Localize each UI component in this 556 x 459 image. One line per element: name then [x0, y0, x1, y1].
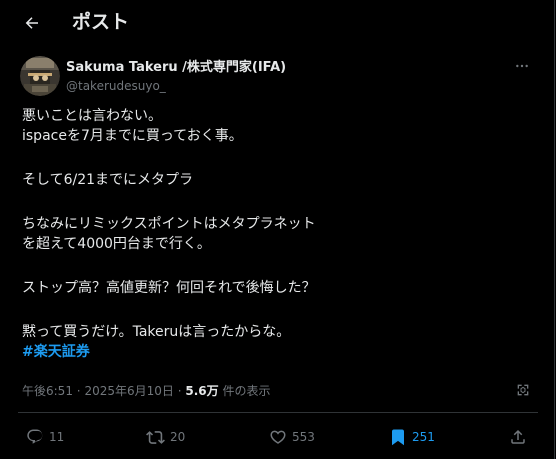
tweet-line: そして6/21までにメタプラ — [22, 172, 194, 188]
heart-icon — [270, 430, 286, 444]
avatar-photo — [20, 56, 60, 96]
arrow-left-icon — [25, 17, 38, 29]
more-options-button[interactable] — [508, 56, 536, 76]
grok-icon — [517, 384, 529, 396]
avatar[interactable] — [20, 56, 60, 96]
tweet-line: ちなみにリミックスポイントはメタプラネット — [22, 216, 316, 232]
share-button[interactable] — [509, 426, 527, 448]
meta-separator: · — [177, 384, 182, 398]
reply-count: 11 — [49, 430, 65, 444]
reply-button[interactable]: 11 — [26, 426, 64, 448]
tweet-text: 悪いことは言わない。 ispaceを7月までに買っておく事。 そして6/21まで… — [22, 106, 532, 362]
back-button[interactable] — [18, 9, 46, 37]
post-time[interactable]: 午後6:51 — [22, 384, 73, 398]
reply-icon — [27, 429, 43, 444]
more-horizontal-icon — [516, 64, 528, 68]
tweet-line: 悪いことは言わない。 — [22, 108, 162, 124]
hashtag-link[interactable]: #楽天証券 — [22, 344, 90, 360]
tweet-line: ispaceを7月までに買っておく事。 — [22, 128, 243, 144]
page-title: ポスト — [72, 11, 130, 33]
like-button[interactable]: 553 — [269, 426, 315, 448]
author-name[interactable]: Sakuma Takeru /株式専門家(IFA) — [66, 59, 286, 76]
bookmark-filled-icon — [392, 429, 404, 446]
repost-count: 20 — [170, 430, 186, 444]
author-handle[interactable]: @takerudesuyo_ — [66, 78, 166, 94]
post-detail-panel: ポスト Sakuma Takeru /株式専門家(IFA) @takerudes… — [0, 0, 555, 459]
tweet-line: ストップ高？高値更新？何回それで後悔した？ — [22, 280, 316, 296]
repost-icon — [146, 430, 165, 444]
share-icon — [511, 429, 525, 444]
tweet-meta: 午後6:51 · 2025年6月10日 · 5.6万 件の表示 — [22, 383, 270, 399]
post-date[interactable]: 2025年6月10日 — [84, 384, 173, 398]
bookmark-button[interactable]: 251 — [389, 426, 435, 448]
tweet-line: を超えて4000円台まで行く。 — [22, 236, 211, 252]
tweet-line: 黙って買うだけ。Takeruは言ったからな。 — [22, 324, 291, 340]
bookmark-count: 251 — [412, 430, 435, 444]
repost-button[interactable]: 20 — [146, 426, 185, 448]
like-count: 553 — [292, 430, 315, 444]
header: ポスト — [0, 0, 554, 44]
divider — [18, 412, 538, 413]
views-label: 件の表示 — [222, 384, 271, 398]
views-count: 5.6万 — [185, 384, 219, 398]
grok-analytics-button[interactable] — [513, 380, 533, 400]
